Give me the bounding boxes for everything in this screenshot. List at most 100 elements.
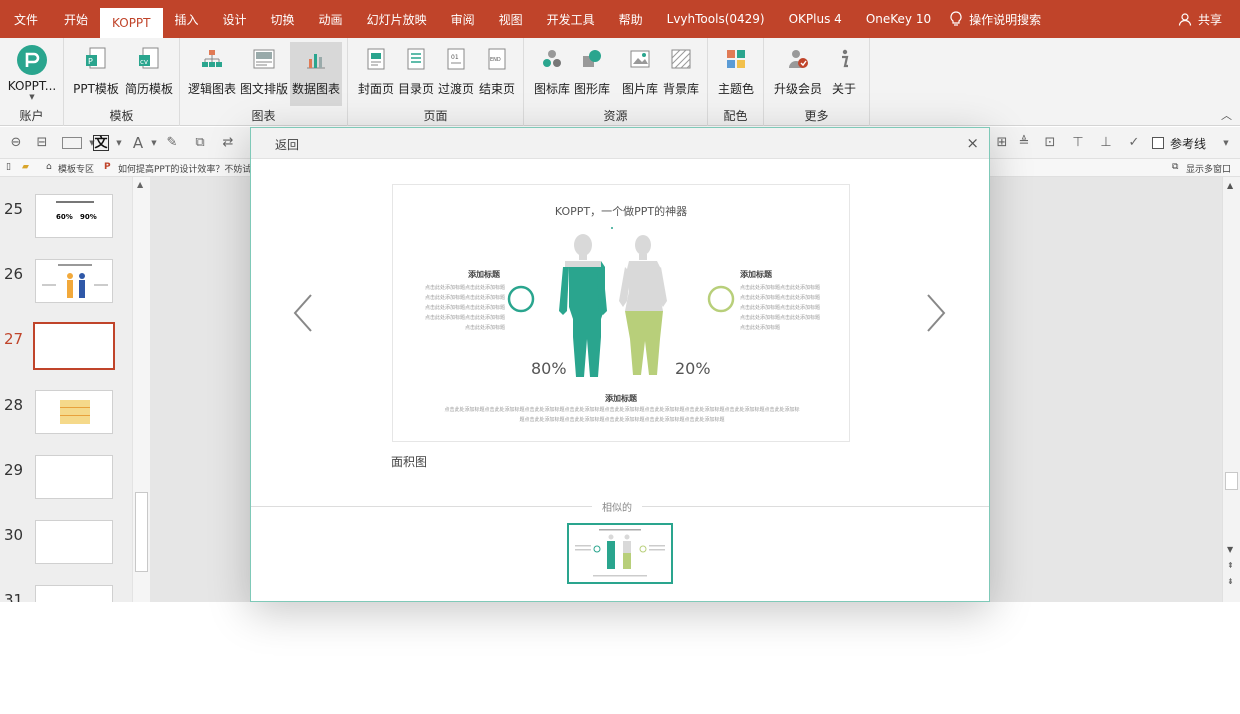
lock-icon[interactable]: ⊖ (8, 135, 24, 151)
text-direction-icon[interactable]: 文 (93, 135, 109, 151)
scrollbar-thumb[interactable] (135, 492, 148, 572)
slide-thumbnail[interactable]: 29 (0, 455, 132, 511)
tell-me-search[interactable]: 操作说明搜索 (949, 11, 1041, 28)
multi-window-icon[interactable]: ⧉ (1172, 162, 1178, 172)
align-icon[interactable]: ⊟ (34, 135, 50, 151)
distribute-icon[interactable]: ⊞ (994, 135, 1010, 151)
cover-page-button[interactable]: 封面页 (356, 42, 396, 106)
chevron-down-icon[interactable]: ▼ (111, 135, 127, 151)
slide-thumbnail-panel: 25 60% 90% 26 27 28 29 30 31 (0, 177, 150, 602)
koppt-account-button[interactable]: KOPPT... ▼ (2, 42, 62, 106)
image-lib-button[interactable]: 图片库 (620, 42, 660, 106)
toc-page-button[interactable]: 目录页 (396, 42, 436, 106)
align-top-icon[interactable]: ⊤ (1070, 135, 1086, 151)
tab-slideshow[interactable]: 幻灯片放映 (355, 0, 439, 38)
ppt-template-button[interactable]: P PPT模板 (70, 42, 122, 106)
tab-review[interactable]: 审阅 (439, 0, 487, 38)
image-lib-icon (630, 50, 650, 68)
chevron-down-icon[interactable]: ▼ (1218, 135, 1234, 151)
slide-number: 28 (4, 396, 24, 414)
icon-lib-button[interactable]: 图标库 (532, 42, 572, 106)
transition-page-button[interactable]: 01 过渡页 (436, 42, 476, 106)
new-file-icon[interactable]: ▯ (6, 162, 11, 172)
close-icon[interactable]: × (966, 134, 979, 152)
lightbulb-icon (950, 11, 962, 26)
tab-home[interactable]: 开始 (52, 0, 100, 38)
tab-help[interactable]: 帮助 (607, 0, 655, 38)
scroll-up-icon[interactable]: ▲ (1227, 181, 1233, 190)
data-chart-button[interactable]: 数据图表 (290, 42, 342, 106)
tab-design[interactable]: 设计 (211, 0, 259, 38)
bg-lib-button[interactable]: 背景库 (660, 42, 702, 106)
template-zone-tab[interactable]: 模板专区 (58, 162, 94, 175)
slide-thumbnail[interactable]: 31 (0, 585, 132, 602)
textbox-icon[interactable] (62, 137, 82, 149)
chevron-down-icon[interactable]: ▼ (146, 135, 162, 151)
collapse-ribbon-icon[interactable]: ︿ (1221, 107, 1232, 123)
home-icon[interactable]: ⌂ (46, 162, 52, 172)
align-bottom-icon[interactable]: ⊥ (1098, 135, 1114, 151)
cover-page-label: 封面页 (357, 82, 394, 96)
share-button[interactable]: 共享 (1178, 0, 1222, 38)
folder-icon[interactable]: ▰ (22, 162, 29, 172)
left-heading: 添加标题 (468, 270, 500, 279)
tab-transitions[interactable]: 切换 (259, 0, 307, 38)
copy-format-icon[interactable]: ⧉ (192, 135, 208, 151)
slide-thumbnail[interactable]: 26 (0, 259, 132, 315)
tab-okplus[interactable]: OKPlus 4 (777, 0, 854, 38)
tab-file[interactable]: 文件 (0, 0, 52, 38)
data-chart-icon (307, 54, 325, 69)
slide-thumbnail[interactable]: 30 (0, 520, 132, 576)
slide-number: 25 (4, 200, 24, 218)
chevron-right-icon[interactable] (924, 293, 948, 333)
canvas-scrollbar[interactable]: ▲ ▼ ⇞ ⇟ (1222, 177, 1240, 602)
upgrade-member-label: 升级会员 (773, 82, 822, 96)
thumbnail-scrollbar[interactable]: ▲ (132, 177, 150, 602)
next-slide-icon[interactable]: ⇟ (1227, 577, 1234, 586)
logic-chart-button[interactable]: 逻辑图表 (186, 42, 238, 106)
theme-color-button[interactable]: 主题色 (714, 42, 758, 106)
tab-insert[interactable]: 插入 (163, 0, 211, 38)
about-button[interactable]: 关于 (826, 42, 862, 106)
upgrade-member-button[interactable]: 升级会员 (770, 42, 826, 106)
share-label: 共享 (1197, 12, 1222, 27)
chevron-left-icon[interactable] (291, 293, 315, 333)
document-tab[interactable]: 如何提高PPT的设计效率？不妨试试这 (118, 162, 269, 175)
scrollbar-thumb[interactable] (1225, 472, 1238, 490)
slide-thumbnail-selected[interactable]: 27 (0, 322, 132, 380)
eyedropper-icon[interactable]: ✎ (164, 135, 180, 151)
prev-slide-icon[interactable]: ⇞ (1227, 561, 1234, 570)
resume-template-button[interactable]: cv 简历模板 (122, 42, 176, 106)
toc-page-label: 目录页 (397, 82, 434, 96)
logic-chart-label: 逻辑图表 (187, 82, 236, 96)
text-layout-button[interactable]: 图文排版 (238, 42, 290, 106)
scroll-up-icon[interactable]: ▲ (137, 180, 143, 189)
tab-animations[interactable]: 动画 (307, 0, 355, 38)
tab-onekey[interactable]: OneKey 10 (854, 0, 943, 38)
template-preview-slide[interactable]: KOPPT，一个做PPT的神器 添加标题 点击此处添加标题点击此处添加标题点击此… (392, 184, 850, 442)
slide-preview (35, 455, 113, 499)
back-button[interactable]: 返回 (275, 136, 299, 153)
similar-template-thumbnail[interactable] (567, 523, 673, 584)
slide-thumbnail[interactable]: 25 60% 90% (0, 194, 132, 250)
group-objects-icon[interactable]: ⊡ (1042, 135, 1058, 151)
font-color-icon[interactable]: A (130, 135, 146, 151)
scroll-down-icon[interactable]: ▼ (1227, 545, 1233, 554)
right-body-text: 点击此处添加标题点击此处添加标题点击此处添加标题点击此处添加标题点击此处添加标题… (740, 285, 821, 331)
slide-thumbnail[interactable]: 28 (0, 390, 132, 446)
swap-icon[interactable]: ⇄ (220, 135, 236, 151)
tab-lvyhtools[interactable]: LvyhTools(0429) (655, 0, 777, 38)
tab-developer[interactable]: 开发工具 (535, 0, 607, 38)
stack-icon[interactable]: ≜ (1016, 135, 1032, 151)
tab-koppt[interactable]: KOPPT (100, 8, 163, 38)
end-page-button[interactable]: END 结束页 (476, 42, 518, 106)
multi-window-label[interactable]: 显示多窗口 (1186, 162, 1231, 175)
ref-line-checkbox[interactable] (1152, 137, 1164, 149)
slide-preview (35, 585, 113, 602)
tab-view[interactable]: 视图 (487, 0, 535, 38)
powerpoint-window: 文件 开始 KOPPT 插入 设计 切换 动画 幻灯片放映 审阅 视图 开发工具… (0, 0, 1240, 714)
image-lib-label: 图片库 (621, 82, 658, 96)
shape-lib-button[interactable]: 图形库 (572, 42, 612, 106)
group-label-page: 页面 (423, 109, 448, 123)
magic-icon[interactable]: ✓ (1126, 135, 1142, 151)
